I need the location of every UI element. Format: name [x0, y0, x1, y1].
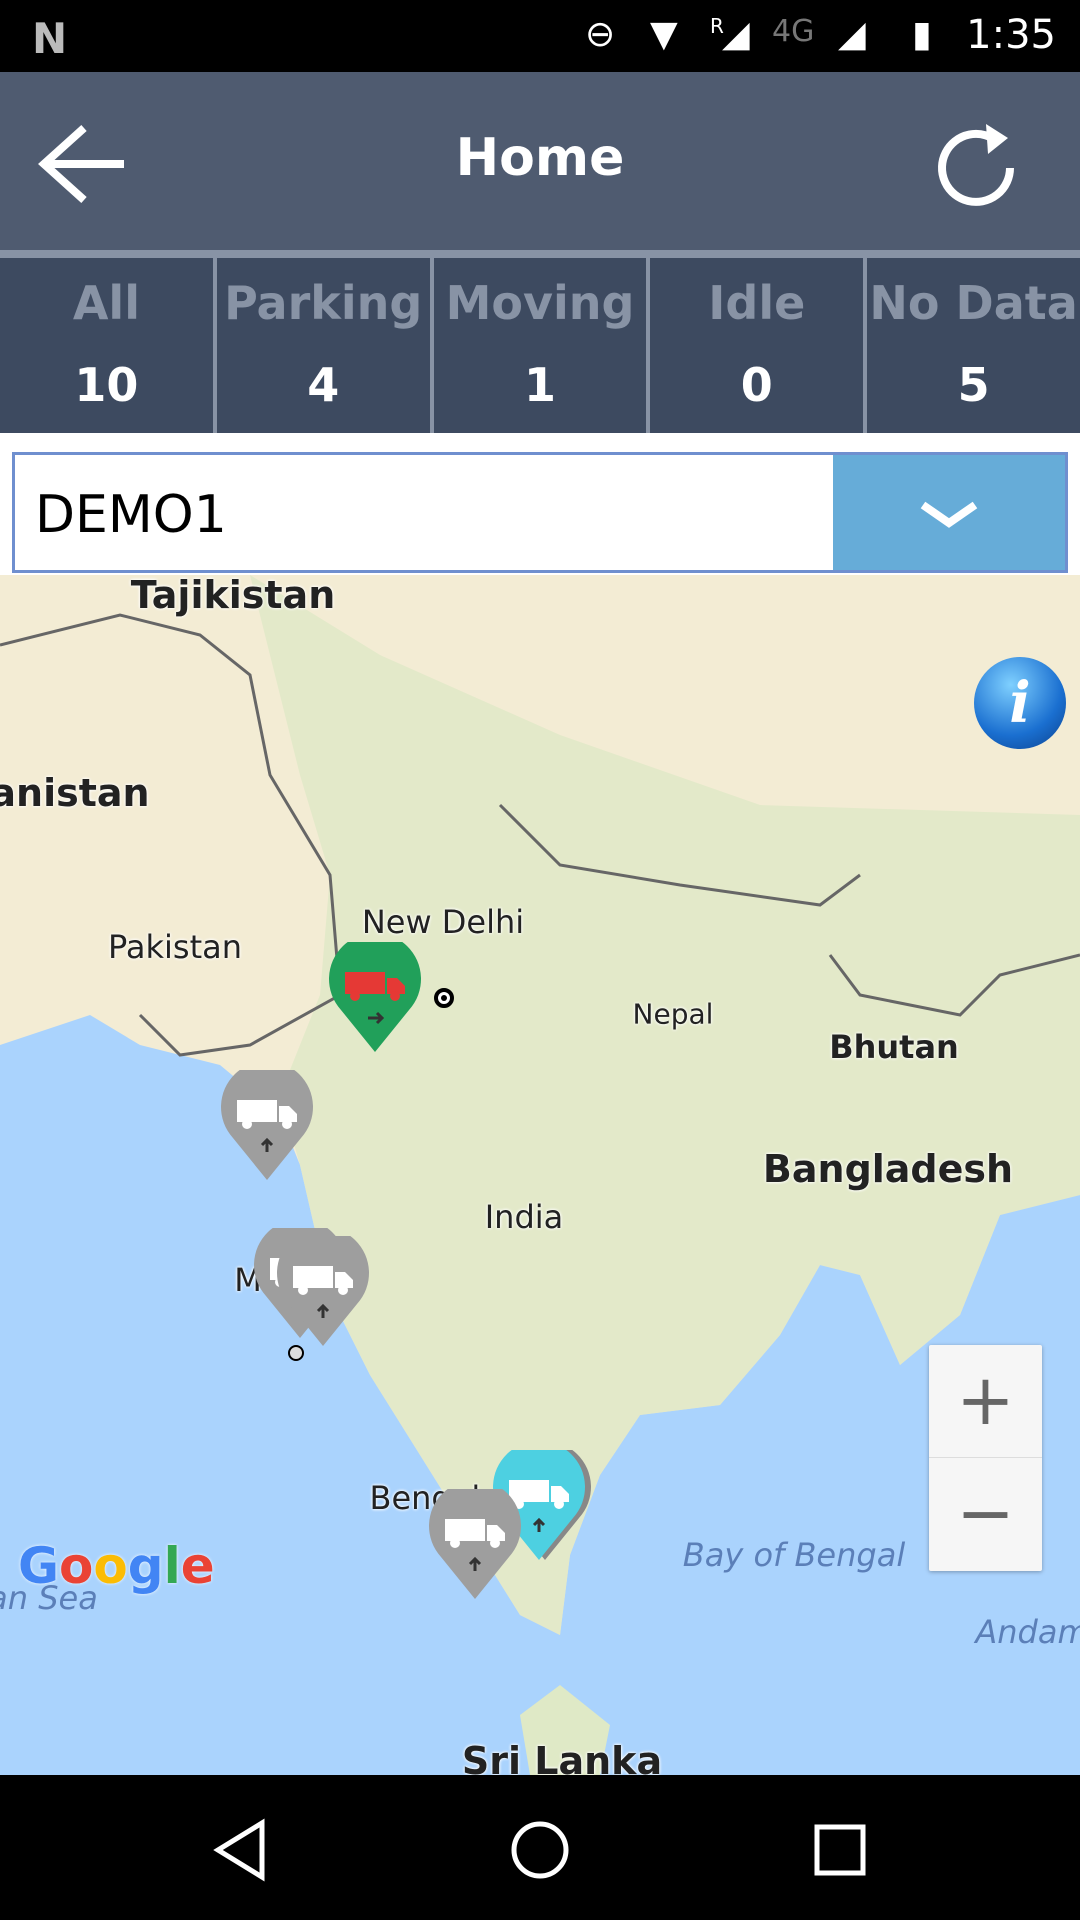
- tab-count: 10: [74, 358, 139, 412]
- vehicle-group-select[interactable]: DEMO1: [12, 452, 1068, 573]
- info-icon[interactable]: i: [974, 657, 1066, 749]
- tab-count: 1: [523, 358, 556, 412]
- vehicle-marker[interactable]: [219, 1070, 315, 1182]
- tab-label: No Data: [869, 276, 1078, 330]
- chevron-down-icon: [920, 501, 978, 528]
- home-nav-icon[interactable]: [505, 1815, 575, 1885]
- header-divider: [0, 250, 1080, 258]
- tab-label: All: [72, 276, 140, 330]
- label-pakistan: Pakistan: [108, 928, 242, 966]
- dropdown-button[interactable]: [833, 455, 1065, 570]
- selected-group: DEMO1: [35, 485, 227, 545]
- vehicle-marker[interactable]: [327, 942, 423, 1054]
- tab-count: 5: [957, 358, 990, 412]
- tab-label: Parking: [224, 276, 423, 330]
- label-bay-of-bengal: Bay of Bengal: [682, 1536, 906, 1574]
- label-bhutan: Bhutan: [829, 1028, 959, 1066]
- zoom-in-button[interactable]: +: [929, 1345, 1042, 1458]
- tab-label: Moving: [445, 276, 635, 330]
- app-header: Home: [0, 72, 1080, 250]
- network-type: 4G: [772, 14, 815, 49]
- page-title: Home: [455, 128, 625, 188]
- refresh-icon[interactable]: [928, 116, 1024, 212]
- map-view[interactable]: Tajikistan anistan Pakistan New Delhi Ne…: [0, 575, 1080, 1775]
- tab-count: 0: [740, 358, 773, 412]
- recents-nav-icon[interactable]: [805, 1815, 875, 1885]
- label-new-delhi: New Delhi: [361, 903, 525, 941]
- vehicle-marker[interactable]: [427, 1489, 523, 1601]
- tab-parking[interactable]: Parking 4: [216, 258, 430, 433]
- label-bangladesh: Bangladesh: [762, 1147, 1014, 1191]
- city-dot-icon: [434, 988, 454, 1008]
- status-tabs: All 10 Parking 4 Moving 1 Idle 0 No Data 5: [0, 258, 1080, 433]
- label-sri-lanka: Sri Lanka: [461, 1739, 663, 1775]
- wifi-icon: ▼: [650, 14, 678, 55]
- clock: 1:35: [966, 12, 1056, 58]
- zoom-out-button[interactable]: −: [929, 1458, 1042, 1571]
- google-logo: Google: [18, 1537, 215, 1595]
- label-afghanistan: anistan: [0, 771, 150, 815]
- tab-all[interactable]: All 10: [0, 258, 213, 433]
- label-tajikistan: Tajikistan: [130, 575, 336, 617]
- do-not-disturb-icon: ⊖: [585, 14, 616, 55]
- signal-icon: ◢: [722, 14, 750, 55]
- tab-count: 4: [307, 358, 340, 412]
- tab-moving[interactable]: Moving 1: [433, 258, 647, 433]
- label-andaman: Andam: [975, 1613, 1080, 1651]
- status-bar: N ⊖ ▼ R ◢ 4G ◢ ▮ 1:35: [0, 0, 1080, 72]
- signal-icon-2: ◢: [838, 14, 866, 55]
- navigation-bar: [0, 1775, 1080, 1920]
- tab-no-data[interactable]: No Data 5: [867, 258, 1080, 433]
- label-nepal: Nepal: [632, 997, 714, 1031]
- tab-idle[interactable]: Idle 0: [650, 258, 864, 433]
- battery-charging-icon: ▮: [912, 14, 932, 55]
- label-india: India: [484, 1198, 564, 1236]
- tab-label: Idle: [708, 276, 806, 330]
- zoom-controls: + −: [929, 1345, 1042, 1571]
- notification-n-icon: N: [32, 14, 68, 63]
- vehicle-marker[interactable]: [275, 1236, 371, 1348]
- back-nav-icon[interactable]: [206, 1815, 276, 1885]
